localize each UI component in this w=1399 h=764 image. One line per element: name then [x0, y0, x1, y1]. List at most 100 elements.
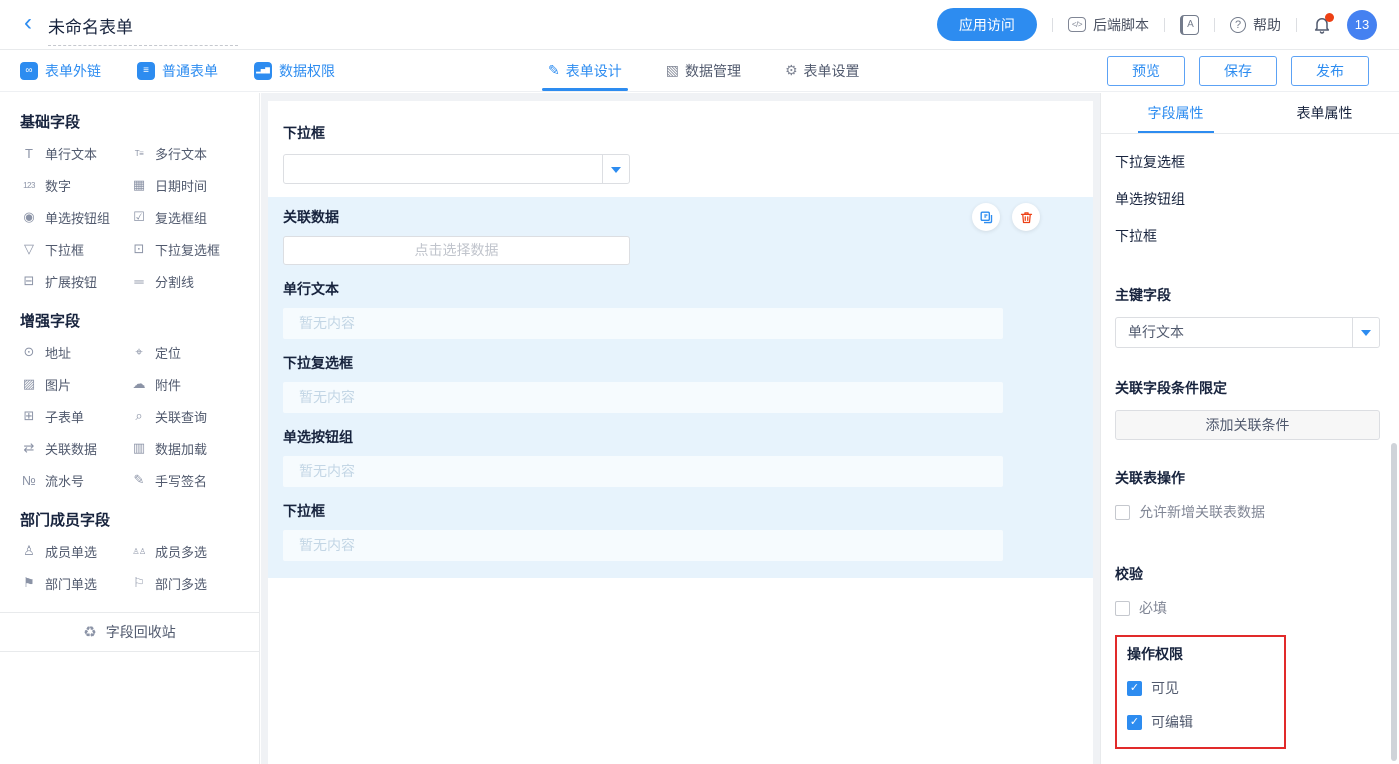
palette-item-multi-select[interactable]: ⊡下拉复选框	[130, 233, 240, 265]
checkbox-checked[interactable]	[1127, 715, 1142, 730]
palette-item-relation-data[interactable]: ⇄关联数据	[20, 432, 130, 464]
palette-label: 复选框组	[155, 208, 207, 227]
palette-item-member-single[interactable]: ♙成员单选	[20, 535, 130, 567]
address-book-icon[interactable]: A	[1180, 15, 1199, 35]
tab-data-management[interactable]: ▧ 数据管理	[666, 50, 741, 91]
palette-label: 流水号	[45, 471, 84, 490]
palette-item-dept-multi[interactable]: ⚐部门多选	[130, 567, 240, 599]
divider	[1296, 18, 1297, 32]
checkbox-unchecked[interactable]	[1115, 601, 1130, 616]
app-access-button[interactable]: 应用访问	[937, 8, 1037, 41]
tab-data-management-label: 数据管理	[685, 61, 741, 81]
palette-item-attachment[interactable]: ☁附件	[130, 368, 240, 400]
normal-form-button[interactable]: ≡ 普通表单	[137, 61, 218, 81]
checkbox-unchecked[interactable]	[1115, 505, 1130, 520]
section-title-enhanced-fields: 增强字段	[20, 310, 259, 331]
palette-label: 手写签名	[155, 471, 207, 490]
checkbox-icon: ☑	[130, 209, 148, 225]
extend-button-icon: ⊟	[20, 273, 38, 289]
page-title: 未命名表单	[48, 18, 133, 37]
palette-label: 部门单选	[45, 574, 97, 593]
field-list-item[interactable]: 下拉复选框	[1115, 144, 1379, 181]
subfield-label: 单选按钮组	[283, 427, 1078, 447]
form-external-link-button[interactable]: ∞ 表单外链	[20, 61, 101, 81]
palette-item-multi-line-text[interactable]: T≡多行文本	[130, 137, 240, 169]
pen-icon: ✎	[130, 472, 148, 488]
link-icon: ∞	[20, 62, 38, 80]
copy-field-button[interactable]	[972, 203, 1000, 231]
palette-item-address[interactable]: ⊙地址	[20, 336, 130, 368]
tab-form-properties[interactable]: 表单属性	[1250, 93, 1399, 133]
select-input[interactable]	[283, 154, 630, 184]
backend-script-button[interactable]: </> 后端脚本	[1068, 15, 1149, 35]
relation-condition-title: 关联字段条件限定	[1115, 378, 1379, 398]
palette-label: 地址	[45, 343, 71, 362]
publish-button[interactable]: 发布	[1291, 56, 1369, 86]
palette-item-dept-single[interactable]: ⚑部门单选	[20, 567, 130, 599]
palette-item-relation-query[interactable]: ⌕关联查询	[130, 400, 240, 432]
tab-field-properties[interactable]: 字段属性	[1101, 93, 1250, 133]
preview-button[interactable]: 预览	[1107, 56, 1185, 86]
subfield-preview: 暂无内容	[283, 530, 1003, 561]
help-button[interactable]: ? 帮助	[1230, 15, 1281, 35]
required-option[interactable]: 必填	[1115, 598, 1379, 618]
back-button[interactable]: ‹	[24, 11, 32, 35]
palette-label: 附件	[155, 375, 181, 394]
palette-item-member-multi[interactable]: ♙♙成员多选	[130, 535, 240, 567]
panel-scrollbar[interactable]	[1391, 443, 1397, 761]
palette-label: 图片	[45, 375, 71, 394]
form-title-editable[interactable]: 未命名表单	[48, 13, 238, 46]
help-label: 帮助	[1253, 15, 1281, 35]
palette-item-image[interactable]: ▨图片	[20, 368, 130, 400]
radio-icon: ◉	[20, 209, 38, 225]
palette-item-select[interactable]: ▽下拉框	[20, 233, 130, 265]
checkbox-checked[interactable]	[1127, 681, 1142, 696]
data-permission-button[interactable]: ▂▅▇ 数据权限	[254, 61, 335, 81]
palette-item-extend-button[interactable]: ⊟ 扩展按钮	[20, 265, 130, 297]
palette-item-datetime[interactable]: ▦日期时间	[130, 169, 240, 201]
tab-form-settings-label: 表单设置	[804, 61, 860, 81]
allow-add-relation-data-option[interactable]: 允许新增关联表数据	[1115, 502, 1379, 522]
notification-bell-icon[interactable]	[1312, 15, 1332, 35]
bar-chart-icon: ▂▅▇	[254, 62, 272, 80]
dept-flag-outline-icon: ⚐	[130, 575, 148, 591]
palette-item-signature[interactable]: ✎ 手写签名	[130, 464, 240, 496]
tab-form-design[interactable]: ✎ 表单设计	[548, 50, 622, 91]
palette-item-radio-group[interactable]: ◉单选按钮组	[20, 201, 130, 233]
tab-form-settings[interactable]: ⚙ 表单设置	[785, 50, 860, 91]
delete-field-button[interactable]	[1012, 203, 1040, 231]
palette-label: 扩展按钮	[45, 272, 97, 291]
palette-label: 日期时间	[155, 176, 207, 195]
field-label: 关联数据	[283, 207, 1078, 227]
palette-label: 分割线	[155, 272, 194, 291]
recycle-label: 字段回收站	[106, 622, 176, 642]
subform-icon: ⊞	[20, 408, 38, 424]
primary-key-select[interactable]: 单行文本	[1115, 317, 1380, 348]
palette-item-subform[interactable]: ⊞子表单	[20, 400, 130, 432]
editable-option[interactable]: 可编辑	[1127, 712, 1274, 732]
palette-item-data-load[interactable]: ▥数据加载	[130, 432, 240, 464]
palette-item-single-line-text[interactable]: T单行文本	[20, 137, 130, 169]
data-picker-input[interactable]: 点击选择数据	[283, 236, 630, 265]
code-icon: </>	[1068, 17, 1086, 32]
link-data-icon: ⇄	[20, 440, 38, 456]
user-avatar[interactable]: 13	[1347, 10, 1377, 40]
visible-option[interactable]: 可见	[1127, 678, 1274, 698]
selected-field-relation-data[interactable]: 关联数据 点击选择数据 单行文本 暂无内容 下拉复选框 暂无内容 单选按钮组 暂…	[268, 197, 1093, 578]
add-relation-condition-button[interactable]: 添加关联条件	[1115, 410, 1380, 440]
palette-item-location[interactable]: ⌖定位	[130, 336, 240, 368]
palette-label: 多行文本	[155, 144, 207, 163]
checkbox-label: 允许新增关联表数据	[1139, 502, 1265, 522]
palette-item-checkbox-group[interactable]: ☑ 复选框组	[130, 201, 240, 233]
save-button[interactable]: 保存	[1199, 56, 1277, 86]
field-list-item[interactable]: 下拉框	[1115, 218, 1379, 255]
field-list-item[interactable]: 单选按钮组	[1115, 181, 1379, 218]
form-design-icon: ✎	[548, 62, 560, 79]
canvas-field-select[interactable]: 下拉框	[283, 123, 1078, 184]
palette-item-divider-line[interactable]: ═分割线	[130, 265, 240, 297]
normal-form-label: 普通表单	[162, 61, 218, 81]
palette-label: 数据加载	[155, 439, 207, 458]
field-recycle-bin-button[interactable]: ♻ 字段回收站	[0, 612, 259, 652]
palette-item-number[interactable]: 123数字	[20, 169, 130, 201]
palette-item-serial-number[interactable]: №流水号	[20, 464, 130, 496]
